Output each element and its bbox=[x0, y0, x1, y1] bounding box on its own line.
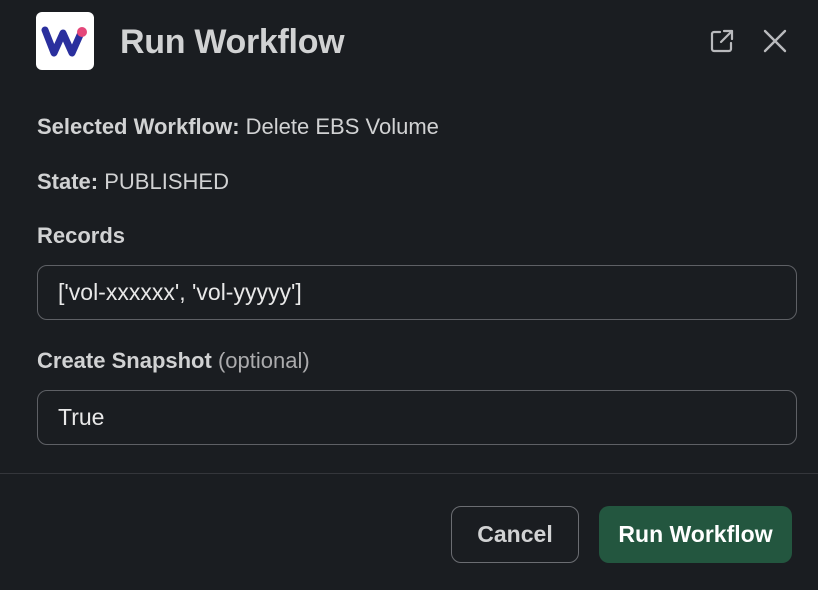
state-line: State: PUBLISHED bbox=[37, 167, 229, 197]
footer-divider bbox=[0, 473, 818, 474]
selected-workflow-label: Selected Workflow: bbox=[37, 114, 240, 139]
create-snapshot-input[interactable] bbox=[37, 390, 797, 445]
workflow-logo-icon bbox=[36, 12, 94, 70]
state-label: State: bbox=[37, 169, 99, 194]
records-label: Records bbox=[37, 223, 126, 248]
modal-title: Run Workflow bbox=[120, 23, 345, 61]
cancel-button[interactable]: Cancel bbox=[451, 506, 579, 563]
run-workflow-modal: Run Workflow Selected Workflow: Delete E… bbox=[0, 0, 818, 590]
modal-header: Run Workflow bbox=[0, 0, 818, 84]
records-input[interactable] bbox=[37, 265, 797, 320]
close-icon bbox=[763, 29, 787, 53]
close-button[interactable] bbox=[758, 24, 792, 58]
selected-workflow-line: Selected Workflow: Delete EBS Volume bbox=[37, 112, 439, 142]
create-snapshot-label-row: Create Snapshot (optional) bbox=[37, 346, 310, 376]
state-value: PUBLISHED bbox=[104, 169, 229, 194]
optional-hint: (optional) bbox=[217, 348, 310, 373]
run-workflow-button[interactable]: Run Workflow bbox=[599, 506, 792, 563]
open-external-icon bbox=[710, 29, 734, 53]
open-external-button[interactable] bbox=[705, 24, 739, 58]
create-snapshot-label: Create Snapshot bbox=[37, 348, 212, 373]
selected-workflow-value: Delete EBS Volume bbox=[245, 114, 439, 139]
